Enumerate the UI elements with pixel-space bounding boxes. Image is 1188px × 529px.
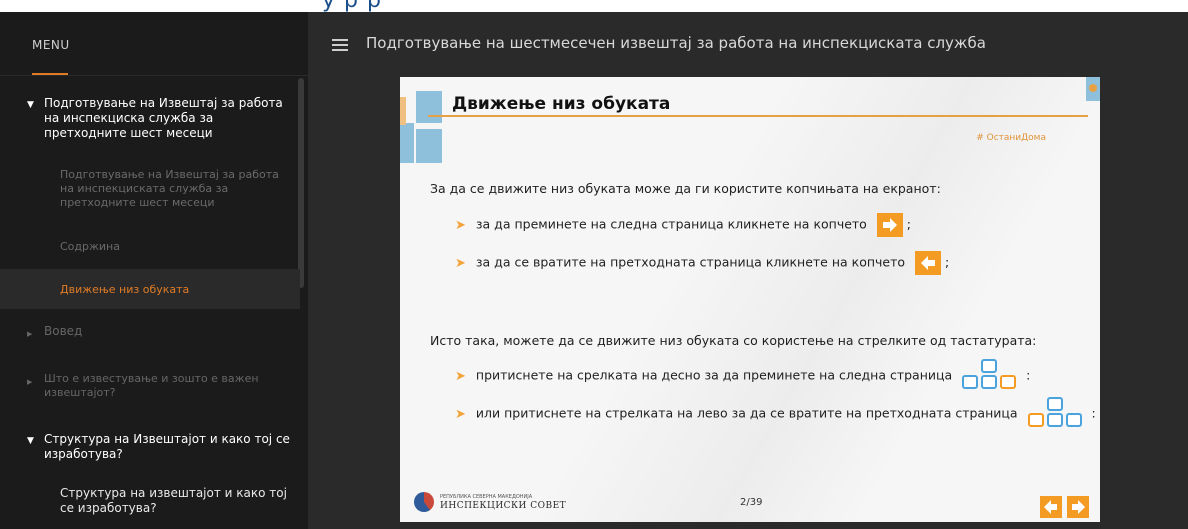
next-slide-button[interactable] (1067, 496, 1089, 518)
sidebar-scrollbar[interactable] (298, 78, 304, 288)
expanded-triangle-icon: ▼ (27, 436, 34, 446)
menu-header: MENU (0, 12, 308, 76)
sidebar-item-label: Структура на Извештајот и како тој се из… (44, 432, 290, 461)
prev-arrow-button-icon (915, 251, 942, 275)
bullet-text: притиснете на срелката на десно за да пр… (475, 367, 953, 383)
decor-square (400, 123, 414, 163)
top-header-bar: Подготвување на шестмесечен извештај за … (308, 12, 1188, 76)
sidebar-item-label: Вовед (44, 324, 83, 338)
left-arrow-icon (1044, 500, 1057, 514)
hashtag-label: # ОстаниДома (976, 133, 1046, 143)
slide-background-gloss (400, 77, 1100, 522)
menu-accent-line (32, 73, 68, 75)
decor-square (416, 129, 442, 163)
sidebar-subitem-label: Движење низ обуката (60, 283, 190, 296)
sidebar-subitem-report-prep[interactable]: Подготвување на Извештај за работа на ин… (60, 168, 296, 210)
course-title: Подготвување на шестмесечен извештај за … (366, 34, 986, 52)
sidebar-item-label: Подготвување на Извештај за работа на ин… (44, 96, 283, 140)
bullet-punctuation: ; (906, 216, 912, 232)
page-counter: 2/39 (740, 497, 763, 508)
slide-footer: РЕПУБЛИКА СЕВЕРНА МАКЕДОНИЈА ИНСПЕКЦИСКИ… (400, 484, 1100, 522)
sidebar-subitem-navigation[interactable]: Движење низ обуката (60, 283, 296, 297)
previous-slide-button[interactable] (1040, 496, 1062, 518)
bullet-text: за да преминете на следна страница кликн… (475, 216, 867, 232)
next-arrow-button-icon (876, 213, 903, 237)
sidebar-subitem-contents[interactable]: Содржина (60, 240, 296, 254)
hamburger-menu-icon[interactable] (332, 39, 348, 51)
bullet-chevron-icon: ➤ (455, 255, 466, 271)
sidebar-menu: MENU ▼ Подготвување на Извештај за работ… (0, 12, 308, 529)
instruction-paragraph-1: За да се движите низ обуката може да ги … (430, 181, 941, 196)
inspection-council-logo-icon (414, 492, 434, 512)
bullet-chevron-icon: ➤ (455, 217, 466, 233)
sidebar-subitem-label: Содржина (60, 240, 120, 253)
bullet-text: за да се вратите на претходната страница… (475, 254, 906, 270)
decor-orange-tick (400, 97, 406, 125)
decor-square (416, 91, 442, 123)
instruction-paragraph-2: Исто така, можете да се движите низ обук… (430, 333, 1037, 348)
right-arrow-icon (1072, 500, 1085, 514)
logo-subtitle: РЕПУБЛИКА СЕВЕРНА МАКЕДОНИЈА (440, 494, 533, 500)
cropped-title-text: у р р (322, 0, 382, 12)
arrow-keys-right-icon (960, 359, 1022, 389)
sidebar-item-label: Што е известување и зошто е важен извешт… (44, 372, 259, 399)
logo-title: ИНСПЕКЦИСКИ СОВЕТ (440, 501, 567, 511)
bullet-previous-page: ➤ за да се вратите на претходната страниц… (455, 251, 949, 275)
slide-canvas: Движење низ обуката # ОстаниДома За да с… (400, 77, 1100, 522)
arrow-keys-left-icon (1026, 397, 1088, 427)
bullet-punctuation: ; (945, 254, 950, 270)
bullet-chevron-icon: ➤ (455, 368, 466, 384)
slide-title: Движење низ обуката (452, 94, 671, 114)
top-cropped-title: у р р (0, 0, 1188, 12)
collapsed-triangle-icon: ▶ (27, 330, 33, 338)
sidebar-subitem-report-structure[interactable]: Структура на извештајот и како тој се из… (60, 486, 296, 516)
bullet-left-key: ➤ или притиснете на стрелката на лево за … (455, 397, 1096, 427)
bullet-punctuation: : (1026, 367, 1031, 383)
slide-corner-button[interactable] (1086, 77, 1100, 101)
bullet-next-page: ➤ за да преминете на следна страница клик… (455, 213, 911, 237)
sidebar-subitem-label: Структура на извештајот и како тој се из… (60, 486, 287, 515)
title-underline (428, 115, 1088, 117)
menu-label: MENU (32, 38, 70, 52)
collapsed-triangle-icon: ▶ (27, 378, 33, 386)
bullet-punctuation: : (1091, 405, 1096, 421)
bullet-right-key: ➤ притиснете на срелката на десно за да п… (455, 359, 1031, 389)
expanded-triangle-icon: ▼ (27, 100, 34, 110)
bullet-chevron-icon: ➤ (455, 406, 466, 422)
bullet-text: или притиснете на стрелката на лево за д… (475, 405, 1018, 421)
sidebar-subitem-label: Подготвување на Извештај за работа на ин… (60, 168, 279, 209)
